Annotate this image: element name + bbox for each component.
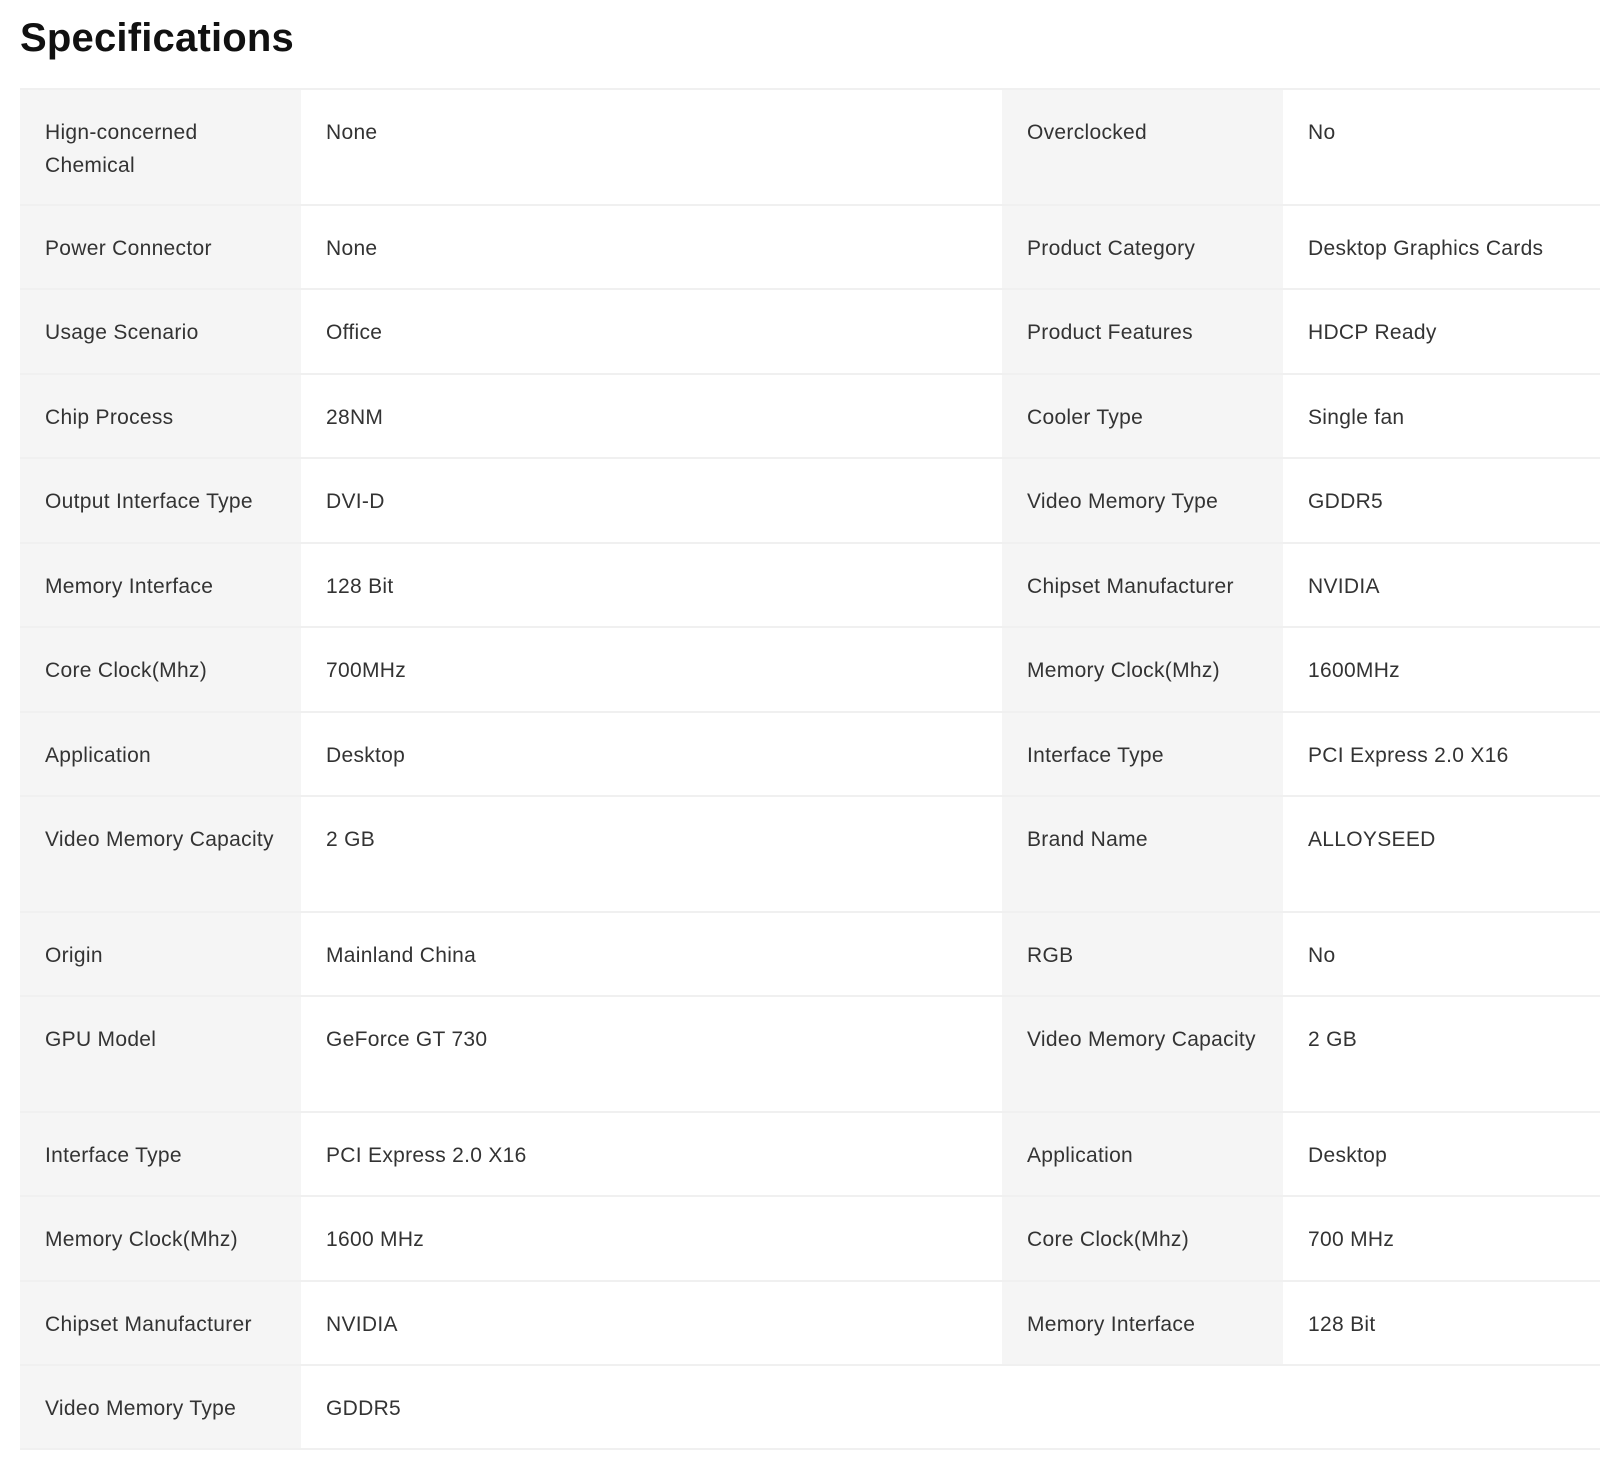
- spec-value: DVI-D: [301, 459, 1002, 542]
- spec-value: 1600 MHz: [301, 1197, 1002, 1280]
- spec-value: 700 MHz: [1283, 1197, 1599, 1280]
- spec-label: Origin: [20, 913, 301, 995]
- spec-value: GDDR5: [1283, 459, 1599, 542]
- spec-row: Interface Type PCI Express 2.0 X16 Appli…: [20, 1113, 1600, 1197]
- page-title: Specifications: [20, 16, 294, 60]
- spec-value: 128 Bit: [301, 544, 1002, 626]
- empty-cell: [1283, 1366, 1599, 1448]
- spec-label: Output Interface Type: [20, 459, 301, 542]
- spec-label: Video Memory Capacity: [20, 797, 301, 911]
- spec-value: None: [301, 206, 1002, 288]
- spec-label: Core Clock(Mhz): [20, 628, 301, 711]
- specifications-table: Hign-concerned Chemical None Overclocked…: [20, 88, 1600, 1450]
- spec-value: Mainland China: [301, 913, 1002, 995]
- spec-value: Office: [301, 290, 1002, 373]
- spec-label: Usage Scenario: [20, 290, 301, 373]
- spec-row: Chipset Manufacturer NVIDIA Memory Inter…: [20, 1282, 1600, 1366]
- spec-label: Memory Interface: [1002, 1282, 1283, 1364]
- spec-label: Memory Clock(Mhz): [1002, 628, 1283, 711]
- spec-label: Memory Clock(Mhz): [20, 1197, 301, 1280]
- spec-label: Memory Interface: [20, 544, 301, 626]
- spec-label: Chipset Manufacturer: [20, 1282, 301, 1364]
- spec-value: NVIDIA: [1283, 544, 1599, 626]
- spec-row: Memory Interface 128 Bit Chipset Manufac…: [20, 544, 1600, 628]
- spec-row: Chip Process 28NM Cooler Type Single fan: [20, 375, 1600, 459]
- spec-label: Hign-concerned Chemical: [20, 90, 301, 204]
- spec-value: PCI Express 2.0 X16: [301, 1113, 1002, 1195]
- spec-row: GPU Model GeForce GT 730 Video Memory Ca…: [20, 997, 1600, 1113]
- spec-value: Desktop Graphics Cards: [1283, 206, 1599, 288]
- spec-label: Chipset Manufacturer: [1002, 544, 1283, 626]
- empty-cell: [1002, 1366, 1283, 1448]
- spec-value: ALLOYSEED: [1283, 797, 1599, 911]
- spec-label: Application: [1002, 1113, 1283, 1195]
- spec-value: PCI Express 2.0 X16: [1283, 713, 1599, 795]
- spec-label: Product Category: [1002, 206, 1283, 288]
- spec-value: 2 GB: [301, 797, 1002, 911]
- spec-label: Chip Process: [20, 375, 301, 457]
- spec-value: Desktop: [301, 713, 1002, 795]
- spec-label: Video Memory Capacity: [1002, 997, 1283, 1111]
- spec-label: Interface Type: [20, 1113, 301, 1195]
- spec-value: 2 GB: [1283, 997, 1599, 1111]
- spec-row: Usage Scenario Office Product Features H…: [20, 290, 1600, 375]
- spec-value: 128 Bit: [1283, 1282, 1599, 1364]
- spec-label: Product Features: [1002, 290, 1283, 373]
- spec-row: Output Interface Type DVI-D Video Memory…: [20, 459, 1600, 544]
- spec-label: Cooler Type: [1002, 375, 1283, 457]
- spec-label: Overclocked: [1002, 90, 1283, 204]
- spec-value: HDCP Ready: [1283, 290, 1599, 373]
- spec-value: 700MHz: [301, 628, 1002, 711]
- spec-label: Video Memory Type: [1002, 459, 1283, 542]
- spec-label: Power Connector: [20, 206, 301, 288]
- spec-label: RGB: [1002, 913, 1283, 995]
- spec-value: NVIDIA: [301, 1282, 1002, 1364]
- spec-value: Desktop: [1283, 1113, 1599, 1195]
- spec-row: Video Memory Capacity 2 GB Brand Name AL…: [20, 797, 1600, 913]
- spec-row: Core Clock(Mhz) 700MHz Memory Clock(Mhz)…: [20, 628, 1600, 713]
- spec-value: None: [301, 90, 1002, 204]
- spec-label: Application: [20, 713, 301, 795]
- spec-value: No: [1283, 90, 1599, 204]
- spec-row: Video Memory Type GDDR5: [20, 1366, 1600, 1450]
- spec-value: Single fan: [1283, 375, 1599, 457]
- spec-value: 1600MHz: [1283, 628, 1599, 711]
- spec-row: Hign-concerned Chemical None Overclocked…: [20, 90, 1600, 206]
- spec-value: No: [1283, 913, 1599, 995]
- spec-row: Power Connector None Product Category De…: [20, 206, 1600, 290]
- spec-label: Video Memory Type: [20, 1366, 301, 1448]
- specifications-page: Specifications Hign-concerned Chemical N…: [0, 0, 1600, 1474]
- spec-label: Interface Type: [1002, 713, 1283, 795]
- spec-label: Core Clock(Mhz): [1002, 1197, 1283, 1280]
- spec-row: Memory Clock(Mhz) 1600 MHz Core Clock(Mh…: [20, 1197, 1600, 1282]
- spec-value: GDDR5: [301, 1366, 1002, 1448]
- spec-value: 28NM: [301, 375, 1002, 457]
- spec-row: Application Desktop Interface Type PCI E…: [20, 713, 1600, 797]
- spec-label: Brand Name: [1002, 797, 1283, 911]
- spec-label: GPU Model: [20, 997, 301, 1111]
- spec-row: Origin Mainland China RGB No: [20, 913, 1600, 997]
- spec-value: GeForce GT 730: [301, 997, 1002, 1111]
